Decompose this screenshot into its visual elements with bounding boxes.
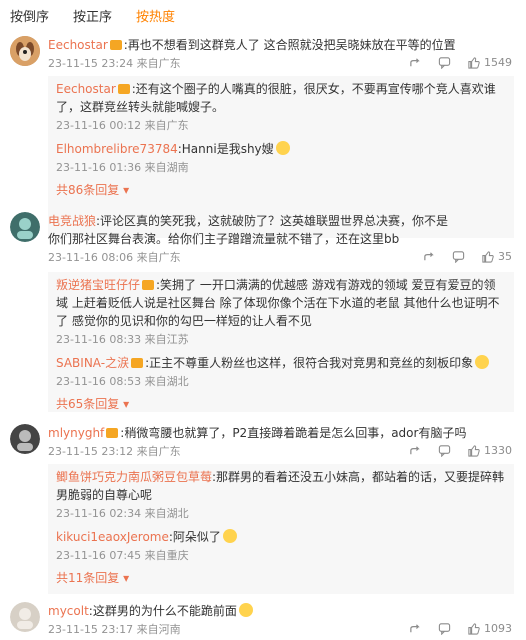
- comment-icon: [438, 623, 451, 635]
- crown-icon: [131, 358, 144, 368]
- username[interactable]: 叛逆猪宝旺仔仔: [56, 278, 140, 292]
- comment-button[interactable]: [438, 56, 451, 69]
- sort-desc-tab[interactable]: 按倒序: [10, 6, 49, 26]
- username[interactable]: kikuci1eaoxJerome: [56, 530, 169, 544]
- reply-item: Eechostar:还有这个圈子的人嘴真的很脏，很厌女，不要再宣传哪个竞人喜欢谁…: [56, 80, 506, 134]
- reply-meta: 23-11-16 01:36 来自湖南: [56, 161, 189, 174]
- avatar[interactable]: [10, 602, 40, 632]
- crown-icon: [106, 428, 119, 438]
- share-icon: [424, 252, 434, 261]
- reply-item: Elhombrelibre73784:Hanni是我shy嫂 23-11-16 …: [56, 140, 506, 176]
- emoji-icon: [475, 355, 490, 369]
- username[interactable]: mycolt: [48, 604, 89, 618]
- reply-item: kikuci1eaoxJerome:阿朵似了 23-11-16 07:45 来自…: [56, 528, 506, 564]
- emoji-icon: [275, 141, 290, 155]
- share-icon: [410, 58, 420, 67]
- comment-button[interactable]: [452, 250, 465, 263]
- comment-actions: 35: [423, 250, 512, 263]
- thumbs-up-icon: [482, 251, 494, 263]
- reply-meta: 23-11-16 02:34 来自湖北: [56, 507, 189, 520]
- crown-icon: [142, 280, 155, 290]
- reply-item: 鲫鱼饼巧克力南瓜粥豆包草莓:那群男的看着还没五小妹高，都站着的话，又要提碎韩男脆…: [56, 470, 505, 520]
- comment-icon: [438, 445, 451, 457]
- reply-item: SABINA-之涙:正主不尊重人粉丝也这样，很符合我对竞男和竞丝的刻板印象 23…: [56, 354, 506, 390]
- username[interactable]: 电竞战狼: [48, 214, 96, 228]
- share-button[interactable]: [423, 250, 436, 263]
- reply-meta: 23-11-16 08:53 来自湖北: [56, 375, 189, 388]
- avatar[interactable]: [10, 36, 40, 66]
- more-replies-link[interactable]: 共65条回复 ▾: [56, 396, 506, 412]
- comment-icon: [452, 251, 465, 263]
- more-replies-link[interactable]: 共11条回复 ▾: [56, 570, 506, 586]
- thumbs-up-icon: [468, 445, 480, 457]
- like-count: 1549: [484, 56, 512, 69]
- like-button[interactable]: 1330: [467, 444, 512, 457]
- reply-meta: 23-11-16 08:33 来自江苏: [56, 333, 189, 346]
- like-count: 1093: [484, 622, 512, 635]
- like-count: 1330: [484, 444, 512, 457]
- more-replies-link[interactable]: 共86条回复 ▾: [56, 182, 506, 198]
- comment-actions: 1330: [409, 444, 512, 457]
- share-button[interactable]: [409, 444, 422, 457]
- comment-text: Eechostar:再也不想看到这群竞人了 这合照就没把吴晓妹放在平等的位置: [48, 38, 456, 52]
- avatar[interactable]: [10, 212, 40, 242]
- sort-bar: 按倒序 按正序 按热度: [10, 6, 175, 26]
- share-icon: [410, 446, 420, 455]
- share-button[interactable]: [409, 622, 422, 635]
- reply-meta: 23-11-16 00:12 来自广东: [56, 119, 189, 132]
- username[interactable]: mlynyghf: [48, 426, 104, 440]
- like-count: 35: [498, 250, 512, 263]
- sort-hot-tab[interactable]: 按热度: [136, 6, 175, 26]
- sort-asc-tab[interactable]: 按正序: [73, 6, 112, 26]
- reply-item: 叛逆猪宝旺仔仔:笑拥了 一开口满满的优越感 游戏有游戏的领域 爱豆有爱豆的领域 …: [56, 276, 506, 348]
- username[interactable]: Eechostar: [56, 82, 116, 96]
- comment-button[interactable]: [438, 622, 451, 635]
- thumbs-up-icon: [468, 623, 480, 635]
- like-button[interactable]: 1093: [467, 622, 512, 635]
- comment-text: 电竞战狼:评论区真的笑死我，这就破防了？这英雄联盟世界总决赛，你不是你们那社区舞…: [48, 214, 449, 246]
- comment-icon: [438, 57, 451, 69]
- username[interactable]: 鲫鱼饼巧克力南瓜粥豆包草莓: [56, 470, 212, 484]
- comment-button[interactable]: [438, 444, 451, 457]
- reply-box: 鲫鱼饼巧克力南瓜粥豆包草莓:那群男的看着还没五小妹高，都站着的话，又要提碎韩男脆…: [48, 464, 514, 594]
- reply-box: 叛逆猪宝旺仔仔:笑拥了 一开口满满的优越感 游戏有游戏的领域 爱豆有爱豆的领域 …: [48, 272, 514, 412]
- like-button[interactable]: 35: [481, 250, 512, 263]
- emoji-icon: [238, 603, 253, 617]
- comment-actions: 1549: [409, 56, 512, 69]
- like-button[interactable]: 1549: [467, 56, 512, 69]
- share-icon: [410, 624, 420, 633]
- reply-meta: 23-11-16 07:45 来自重庆: [56, 549, 189, 562]
- username[interactable]: Elhombrelibre73784: [56, 142, 178, 156]
- comment-actions: 1093: [409, 622, 512, 635]
- crown-icon: [109, 40, 122, 50]
- username[interactable]: SABINA-之涙: [56, 356, 129, 370]
- emoji-icon: [222, 529, 237, 543]
- crown-icon: [117, 84, 130, 94]
- comment-text: mlynyghf:稍微弯腰也就算了，P2直接蹲着跪着是怎么回事，ador有脑子吗: [48, 426, 467, 440]
- username[interactable]: Eechostar: [48, 38, 108, 52]
- avatar[interactable]: [10, 424, 40, 454]
- share-button[interactable]: [409, 56, 422, 69]
- comment-text: mycolt:这群男的为什么不能跪前面: [48, 602, 514, 620]
- thumbs-up-icon: [468, 57, 480, 69]
